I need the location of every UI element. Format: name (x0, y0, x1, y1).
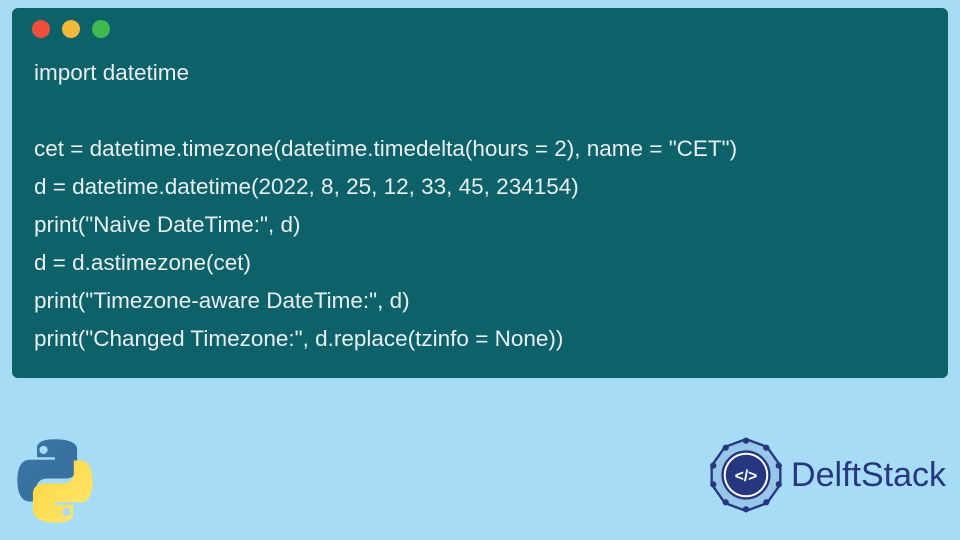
code-line (34, 92, 926, 130)
minimize-icon[interactable] (62, 20, 80, 38)
code-line: print("Naive DateTime:", d) (34, 206, 926, 244)
maximize-icon[interactable] (92, 20, 110, 38)
code-line: print("Timezone-aware DateTime:", d) (34, 282, 926, 320)
code-line: cet = datetime.timezone(datetime.timedel… (34, 130, 926, 168)
footer: </> DelftStack (0, 414, 960, 534)
delftstack-branding: </> DelftStack (707, 436, 946, 514)
window-titlebar (12, 8, 948, 50)
brand-name: DelftStack (791, 456, 946, 495)
code-line: import datetime (34, 54, 926, 92)
code-line: d = datetime.datetime(2022, 8, 25, 12, 3… (34, 168, 926, 206)
python-logo-icon (10, 436, 100, 526)
code-line: d = d.astimezone(cet) (34, 244, 926, 282)
code-line: print("Changed Timezone:", d.replace(tzi… (34, 320, 926, 358)
code-window: import datetime cet = datetime.timezone(… (12, 8, 948, 378)
delftstack-logo-icon: </> (707, 436, 785, 514)
code-area: import datetime cet = datetime.timezone(… (12, 50, 948, 364)
svg-text:</>: </> (735, 468, 758, 485)
close-icon[interactable] (32, 20, 50, 38)
